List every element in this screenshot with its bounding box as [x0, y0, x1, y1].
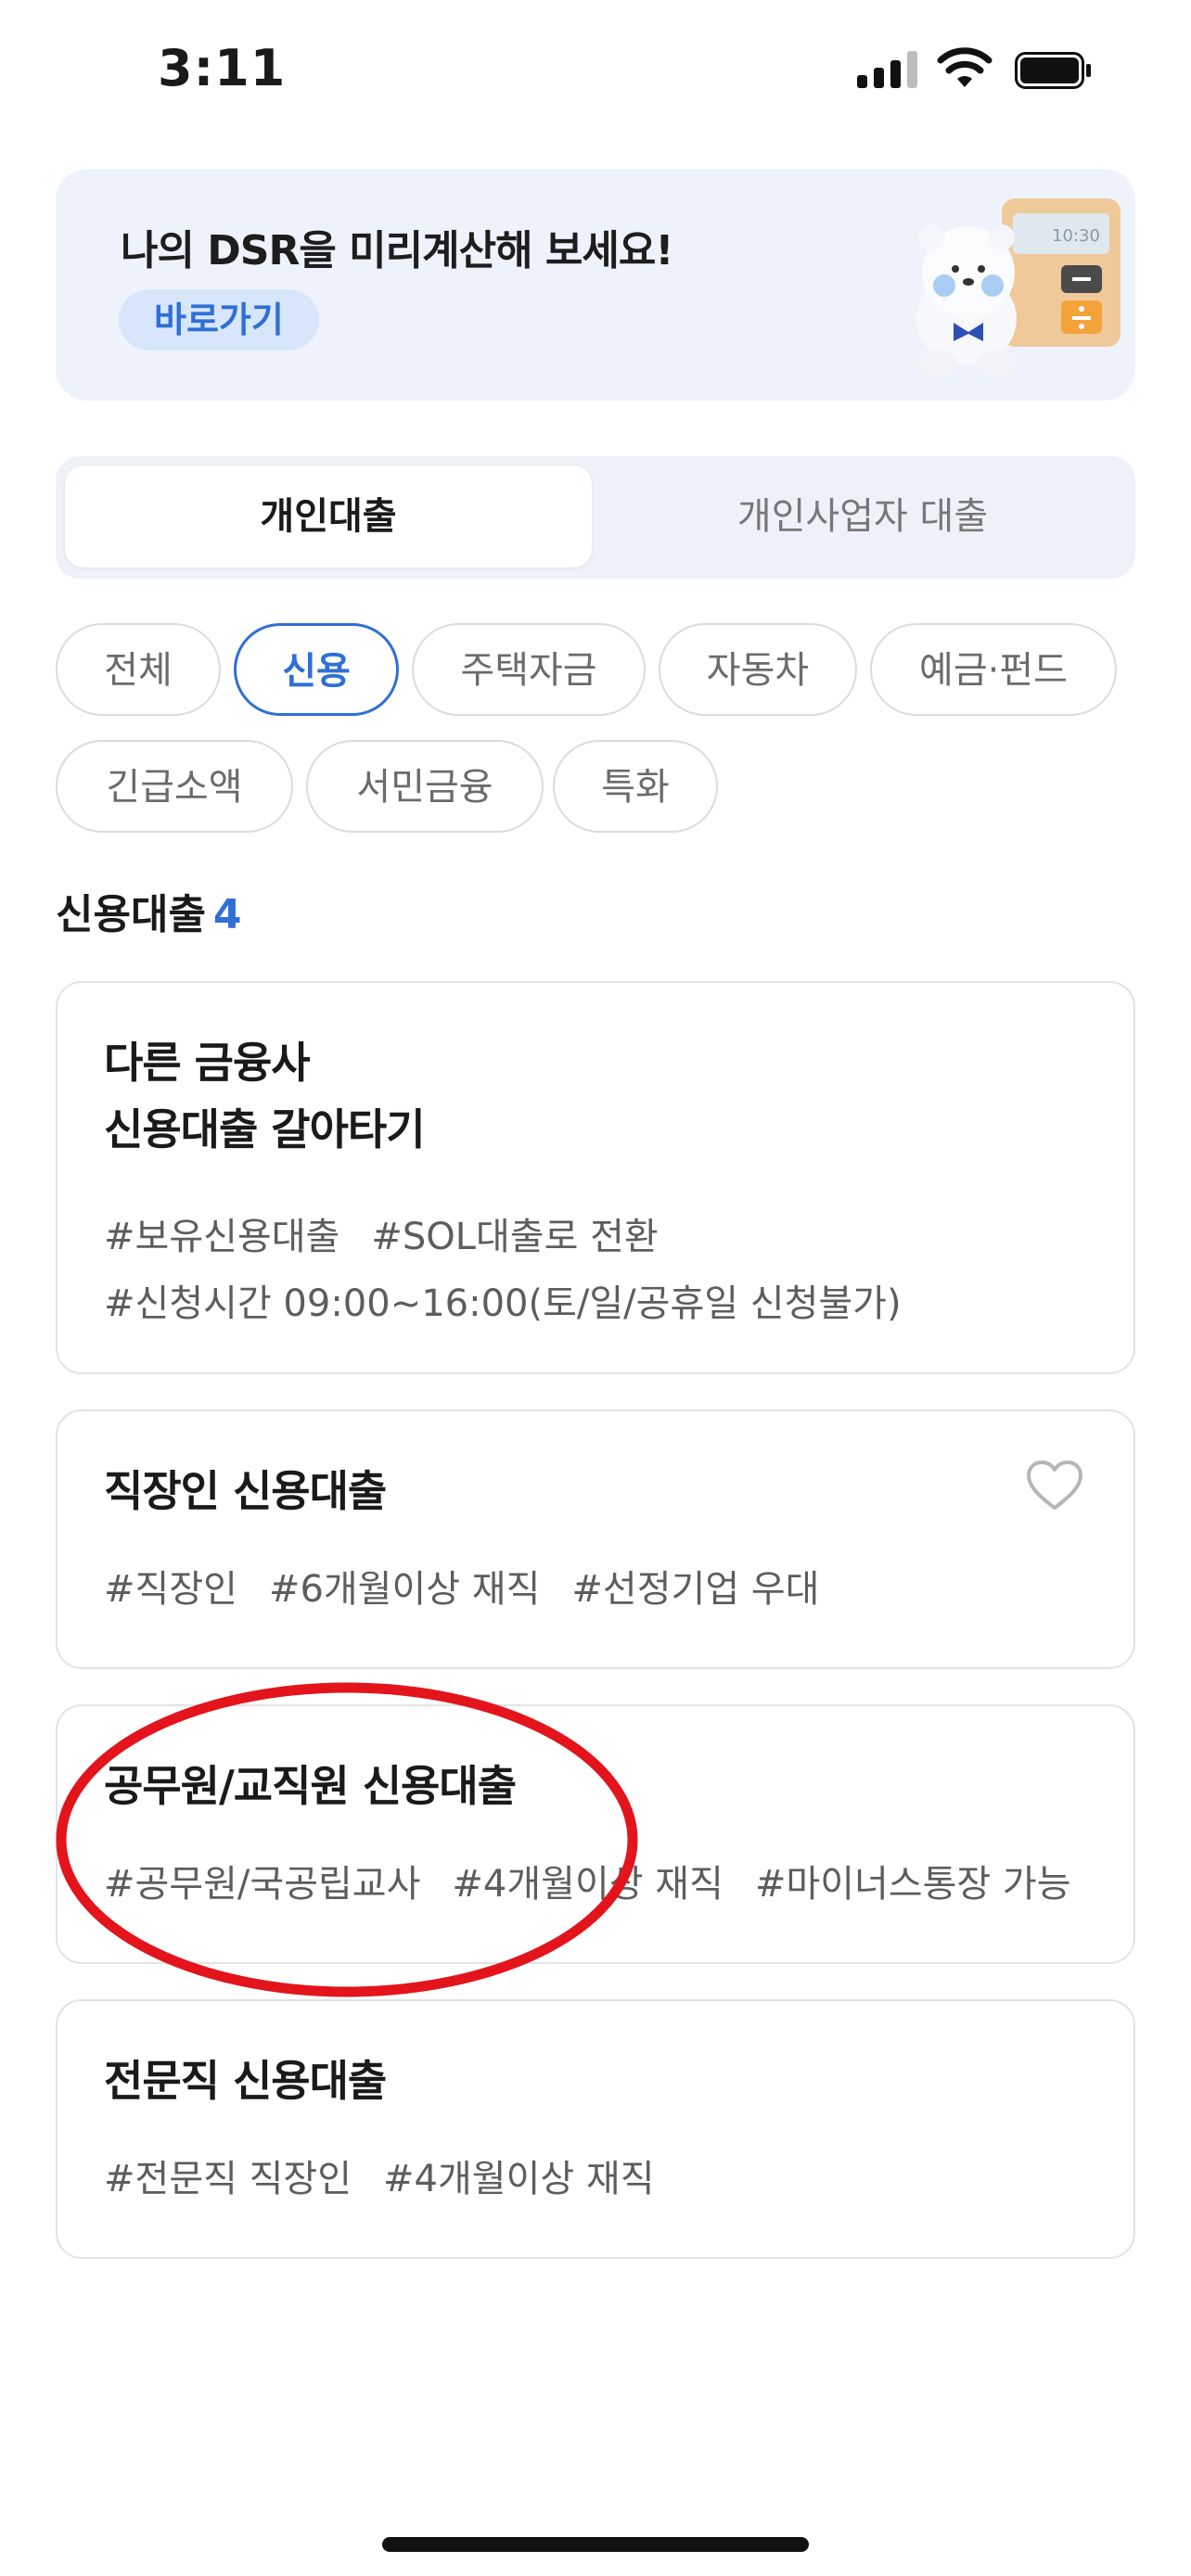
section-count: 4	[212, 891, 242, 938]
tab-personal-loan[interactable]: 개인대출	[65, 465, 592, 567]
card-tags: #보유신용대출 #SOL대출로 전환	[104, 1204, 690, 1270]
card-tags: #신청시간 09:00~16:00(토/일/공휴일 신청불가)	[104, 1270, 933, 1337]
chip-deposit-fund[interactable]: 예금·펀드	[870, 623, 1117, 716]
card-tags: #공무원/국공립교사 #4개월이상 재직 #마이너스통장 가능	[104, 1851, 1103, 1918]
calculator-display-text: 10:30	[1052, 226, 1100, 246]
card-title-line2: 신용대출 갈아타기	[104, 1104, 426, 1154]
chip-housing[interactable]: 주택자금	[412, 623, 646, 716]
loan-type-segment: 개인대출 개인사업자 대출	[56, 456, 1135, 579]
cellular-signal-icon	[857, 51, 918, 88]
chip-all[interactable]: 전체	[56, 623, 221, 716]
section-title: 신용대출 4	[56, 881, 242, 940]
status-bar: 3:11	[0, 0, 1191, 139]
battery-icon	[1015, 52, 1091, 89]
banner-title: 나의 DSR을 미리계산해 보세요!	[121, 227, 673, 274]
section-title-label: 신용대출	[56, 891, 206, 938]
loan-card-employee[interactable]: 직장인 신용대출 #직장인 #6개월이상 재직 #선정기업 우대	[56, 1409, 1135, 1669]
chip-low-income[interactable]: 서민금융	[306, 740, 544, 833]
loan-card-refinance[interactable]: 다른 금융사 신용대출 갈아타기 #보유신용대출 #SOL대출로 전환 #신청시간…	[56, 981, 1135, 1374]
dsr-banner[interactable]: 나의 DSR을 미리계산해 보세요! 바로가기 10:30	[56, 169, 1135, 401]
card-title: 직장인 신용대출	[104, 1466, 387, 1516]
status-time: 3:11	[158, 39, 287, 97]
tag: #4개월이상 재직	[383, 2158, 655, 2200]
tag: #선정기업 우대	[571, 1568, 820, 1611]
wifi-icon	[937, 47, 992, 87]
card-title-line1: 다른 금융사	[104, 1038, 311, 1088]
tag: #직장인	[104, 1568, 237, 1611]
card-title: 전문직 신용대출	[104, 2056, 387, 2106]
chip-special[interactable]: 특화	[553, 740, 718, 833]
card-title: 공무원/교직원 신용대출	[104, 1761, 517, 1811]
home-indicator	[382, 2537, 809, 2552]
tag: #신청시간 09:00~16:00(토/일/공휴일 신청불가)	[104, 1282, 902, 1325]
tag: #SOL대출로 전환	[371, 1216, 659, 1258]
card-tags: #전문직 직장인 #4개월이상 재직	[104, 2146, 686, 2213]
tab-business-loan[interactable]: 개인사업자 대출	[599, 465, 1126, 567]
chip-emergency[interactable]: 긴급소액	[56, 740, 293, 833]
tag: #보유신용대출	[104, 1216, 340, 1258]
tag: #마이너스통장 가능	[754, 1863, 1071, 1906]
chip-credit[interactable]: 신용	[234, 623, 399, 716]
bear-calculator-illustration: 10:30	[916, 198, 1121, 376]
loan-card-public-servant[interactable]: 공무원/교직원 신용대출 #공무원/국공립교사 #4개월이상 재직 #마이너스통장 …	[56, 1704, 1135, 1964]
tag: #전문직 직장인	[104, 2158, 352, 2200]
heart-icon[interactable]	[1026, 1460, 1083, 1511]
tag: #공무원/국공립교사	[104, 1863, 421, 1906]
loan-card-professional[interactable]: 전문직 신용대출 #전문직 직장인 #4개월이상 재직	[56, 1999, 1135, 2259]
tag: #6개월이상 재직	[268, 1568, 541, 1611]
tag: #4개월이상 재직	[452, 1863, 724, 1906]
card-tags: #직장인 #6개월이상 재직 #선정기업 우대	[104, 1556, 851, 1623]
shortcut-button[interactable]: 바로가기	[119, 289, 319, 351]
chip-auto[interactable]: 자동차	[659, 623, 857, 716]
